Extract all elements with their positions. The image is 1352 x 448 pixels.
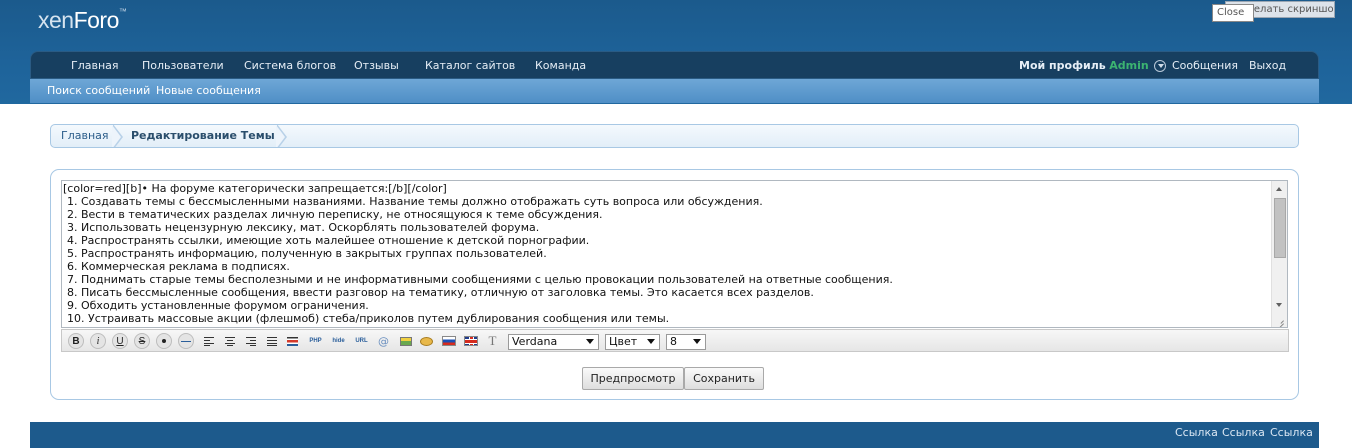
nav-item-messages[interactable]: Сообщения <box>1172 52 1238 79</box>
underline-button[interactable]: U <box>112 333 128 349</box>
textarea-scrollbar[interactable] <box>1271 181 1287 327</box>
bbcode-toolbar: B i U S PHP hide URL @ T Verdana Цвет 8 <box>61 329 1289 352</box>
close-tooltip: Close <box>1212 4 1254 22</box>
align-right-icon[interactable] <box>242 333 259 349</box>
textarea-line: 6. Коммерческая реклама в подписях. <box>67 260 290 273</box>
preview-button[interactable]: Предпросмотр <box>582 367 684 390</box>
textarea-content: [color=red][b]• На форуме категорически … <box>63 182 1271 325</box>
nav-item-members[interactable]: Пользователи <box>142 52 224 79</box>
chevron-down-icon[interactable] <box>1154 60 1167 72</box>
text-color-icon[interactable] <box>284 333 301 349</box>
textarea-line: 1. Создавать темы с бессмысленными назва… <box>67 195 763 208</box>
xenforo-logo[interactable]: xenForo™ <box>38 7 127 34</box>
textarea-line: 7. Поднимать старые темы бесполезными и … <box>67 273 893 286</box>
align-left-icon[interactable] <box>200 333 217 349</box>
breadcrumb: Главная Редактирование Темы <box>50 124 1299 148</box>
subnav-search-posts[interactable]: Поиск сообщений <box>47 79 150 102</box>
strike-button[interactable]: S <box>134 333 150 349</box>
main-navbar: Главная Пользователи Система блогов Отзы… <box>30 51 1319 79</box>
footer-link[interactable]: Ссылка <box>1175 422 1218 444</box>
email-at-icon[interactable]: @ <box>375 333 392 349</box>
site-footer: Ссылка Ссылка Ссылка <box>30 422 1319 448</box>
quote-bubble-icon[interactable] <box>418 333 435 349</box>
nav-profile-menu[interactable]: Мой профиль Admin <box>1019 52 1167 79</box>
nav-item-reviews[interactable]: Отзывы <box>354 52 399 79</box>
scroll-down-arrow-icon[interactable] <box>1272 297 1287 313</box>
profile-username: Admin <box>1109 59 1149 72</box>
flag-uk-icon[interactable] <box>462 333 479 349</box>
save-button[interactable]: Сохранить <box>684 367 764 390</box>
subnav-new-posts[interactable]: Новые сообщения <box>156 79 261 102</box>
nav-item-blogs[interactable]: Система блогов <box>244 52 336 79</box>
remove-format-icon[interactable]: T <box>484 333 501 349</box>
textarea-line: 10. Устраивать массовые акции (флешмоб) … <box>67 312 670 325</box>
nav-item-directory[interactable]: Каталог сайтов <box>425 52 515 79</box>
breadcrumb-home[interactable]: Главная <box>61 125 109 147</box>
textarea-line: 8. Писать бессмысленные сообщения, ввест… <box>67 286 814 299</box>
nav-item-home[interactable]: Главная <box>71 52 119 79</box>
footer-link[interactable]: Ссылка <box>1270 422 1313 444</box>
align-center-icon[interactable] <box>221 333 238 349</box>
textarea-line: 3. Использовать нецензурную лексику, мат… <box>67 221 540 234</box>
message-textarea[interactable]: [color=red][b]• На форуме категорически … <box>61 180 1288 328</box>
url-button[interactable]: URL <box>353 333 370 349</box>
textarea-line: 5. Распространять информацию, полученную… <box>67 247 547 260</box>
breadcrumb-separator <box>276 125 287 147</box>
italic-button[interactable]: i <box>90 333 106 349</box>
profile-label: Мой профиль <box>1019 59 1106 72</box>
font-size-select[interactable]: 8 <box>666 334 706 350</box>
textarea-line: 4. Распространять ссылки, имеющие хоть м… <box>67 234 590 247</box>
breadcrumb-separator <box>112 125 123 147</box>
textarea-line: 9. Обходить установленные форумом ограни… <box>67 299 369 312</box>
align-justify-icon[interactable] <box>263 333 280 349</box>
nav-item-team[interactable]: Команда <box>535 52 586 79</box>
breadcrumb-current: Редактирование Темы <box>131 129 275 142</box>
bullet-icon[interactable] <box>156 333 172 349</box>
nav-item-logout[interactable]: Выход <box>1249 52 1286 79</box>
scrollbar-thumb[interactable] <box>1274 198 1286 258</box>
font-family-select[interactable]: Verdana <box>508 334 599 350</box>
bold-button[interactable]: B <box>68 333 84 349</box>
php-code-button[interactable]: PHP <box>307 333 324 349</box>
sub-navbar: Поиск сообщений Новые сообщения <box>30 79 1319 103</box>
image-icon[interactable] <box>397 333 414 349</box>
resize-grip-icon[interactable] <box>1275 315 1285 325</box>
footer-link[interactable]: Ссылка <box>1222 422 1265 444</box>
scroll-up-arrow-icon[interactable] <box>1272 181 1287 197</box>
hide-button[interactable]: hide <box>330 333 347 349</box>
textarea-line: 2. Вести в тематических разделах личную … <box>67 208 603 221</box>
flag-ru-icon[interactable] <box>440 333 457 349</box>
textarea-line: [color=red][b]• На форуме категорически … <box>63 182 447 195</box>
font-color-select[interactable]: Цвет <box>605 334 660 350</box>
horizontal-rule-icon[interactable] <box>178 333 194 349</box>
